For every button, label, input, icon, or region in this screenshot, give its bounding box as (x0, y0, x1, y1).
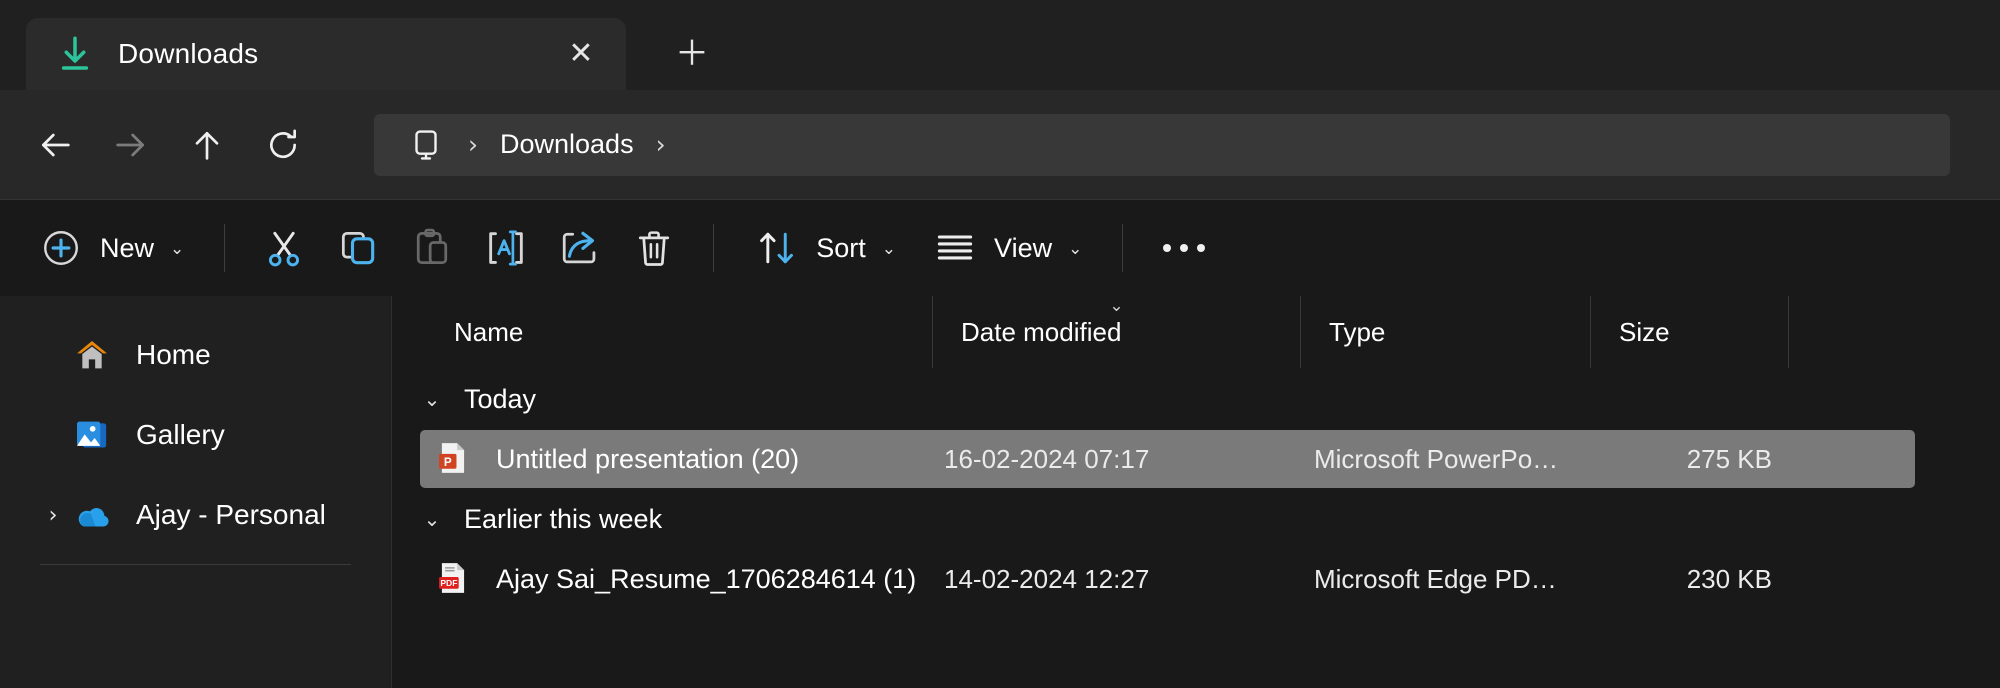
breadcrumb-downloads[interactable]: Downloads (500, 129, 634, 160)
view-button-label: View (994, 232, 1053, 263)
file-name-label: Ajay Sai_Resume_1706284614 (1) (496, 563, 917, 594)
new-button[interactable]: New ⌄ (28, 217, 202, 279)
sidebar-item-onedrive[interactable]: › Ajay - Personal (14, 484, 377, 546)
paste-icon (409, 225, 455, 271)
sidebar-item-label: Gallery (136, 419, 225, 450)
navigation-pane: › Home › (0, 296, 392, 688)
column-header-label: Size (1619, 316, 1670, 347)
table-row[interactable]: PDF Ajay Sai_Resume_1706284614 (1) 14-02… (420, 550, 1915, 608)
column-header-label: Name (454, 316, 524, 347)
command-bar: New ⌄ Sort ⌄ View ⌄ (0, 200, 2000, 296)
file-type-cell: Microsoft PowerPo… (1314, 443, 1559, 474)
plus-circle-icon (38, 225, 84, 271)
column-header-type[interactable]: Type (1300, 296, 1590, 368)
trash-icon (631, 225, 677, 271)
toolbar-divider-2 (713, 224, 715, 272)
forward-button[interactable] (100, 114, 162, 176)
chevron-down-icon: ⌄ (170, 238, 185, 258)
view-button[interactable]: View ⌄ (914, 217, 1100, 279)
breadcrumb-separator: › (468, 130, 478, 159)
file-list-pane: Name ⌄ Date modified Type Size ⌄ Today P… (392, 296, 2000, 688)
view-icon (932, 225, 978, 271)
pdf-file-icon: PDF (434, 559, 474, 599)
scissors-icon (261, 225, 307, 271)
toolbar-divider (224, 224, 226, 272)
column-header-size[interactable]: Size (1590, 296, 1788, 368)
this-pc-icon[interactable] (406, 125, 446, 165)
svg-text:PDF: PDF (440, 578, 457, 588)
chevron-placeholder: › (36, 343, 70, 368)
chevron-placeholder: › (36, 423, 70, 448)
column-header-label: Date modified (961, 316, 1122, 347)
group-header-earlier-this-week[interactable]: ⌄ Earlier this week (392, 488, 2000, 550)
group-header-label: Earlier this week (464, 503, 663, 534)
column-header-name[interactable]: Name (392, 296, 932, 368)
file-date-cell: 14-02-2024 12:27 (944, 563, 1150, 594)
sort-button-label: Sort (816, 232, 866, 263)
content-area: › Home › (0, 296, 2000, 688)
refresh-button[interactable] (252, 114, 314, 176)
back-button[interactable] (24, 114, 86, 176)
new-button-label: New (100, 232, 155, 263)
download-icon (54, 33, 96, 75)
title-bar: Downloads ✕ ＋ (0, 0, 2000, 90)
group-header-today[interactable]: ⌄ Today (392, 368, 2000, 430)
column-header-date-modified[interactable]: ⌄ Date modified (932, 296, 1300, 368)
chevron-down-icon: ⌄ (881, 238, 897, 258)
file-size-cell: 275 KB (1686, 443, 1772, 474)
more-options-button[interactable] (1145, 217, 1223, 279)
new-tab-button[interactable]: ＋ (664, 26, 720, 82)
column-header-label: Type (1329, 316, 1386, 347)
gallery-icon (70, 413, 114, 457)
svg-text:P: P (444, 456, 452, 469)
sort-indicator-icon: ⌄ (1109, 296, 1124, 316)
file-size-cell: 230 KB (1686, 563, 1772, 594)
chevron-right-icon[interactable]: › (36, 503, 70, 528)
share-button[interactable] (543, 217, 617, 279)
cut-button[interactable] (247, 217, 321, 279)
sidebar-item-gallery[interactable]: › Gallery (14, 404, 377, 466)
delete-button[interactable] (617, 217, 691, 279)
address-bar[interactable]: › Downloads › (374, 113, 1950, 176)
onedrive-icon (70, 493, 114, 537)
tab-title: Downloads (118, 38, 259, 69)
sidebar-item-home[interactable]: › Home (14, 324, 377, 386)
home-icon (70, 333, 114, 377)
file-name-cell: P Untitled presentation (20) (420, 439, 932, 479)
file-name-cell: PDF Ajay Sai_Resume_1706284614 (1) (420, 559, 932, 599)
navigation-bar: › Downloads › (0, 90, 2000, 200)
sort-icon (754, 225, 800, 271)
rename-button[interactable] (469, 217, 543, 279)
file-explorer-window: Downloads ✕ ＋ › Downloads › New ⌄ Sort ⌄… (0, 0, 2000, 688)
copy-icon (335, 225, 381, 271)
up-button[interactable] (176, 114, 238, 176)
sidebar-item-label: Home (136, 339, 211, 370)
copy-button[interactable] (321, 217, 395, 279)
column-headers: Name ⌄ Date modified Type Size (392, 296, 2000, 368)
close-icon[interactable]: ✕ (554, 27, 608, 81)
paste-button[interactable] (395, 217, 469, 279)
chevron-down-icon[interactable]: ⌄ (414, 387, 450, 411)
share-icon (557, 225, 603, 271)
tab-downloads[interactable]: Downloads ✕ (26, 18, 626, 90)
powerpoint-file-icon: P (434, 439, 474, 479)
chevron-down-icon: ⌄ (1068, 238, 1083, 258)
sort-button[interactable]: Sort ⌄ (736, 217, 914, 279)
group-header-label: Today (464, 383, 537, 414)
file-type-cell: Microsoft Edge PD… (1314, 563, 1557, 594)
column-header-spacer (1788, 296, 2000, 368)
table-row[interactable]: P Untitled presentation (20) 16-02-2024 … (420, 430, 1915, 488)
ellipsis-icon (1163, 244, 1206, 252)
file-date-cell: 16-02-2024 07:17 (944, 443, 1150, 474)
rename-icon (483, 225, 529, 271)
breadcrumb-separator-trailing[interactable]: › (656, 132, 666, 157)
toolbar-divider-3 (1122, 224, 1124, 272)
sidebar-item-label: Ajay - Personal (136, 499, 326, 530)
chevron-down-icon[interactable]: ⌄ (414, 507, 450, 531)
sidebar-divider (40, 564, 351, 565)
file-name-label: Untitled presentation (20) (496, 443, 800, 474)
